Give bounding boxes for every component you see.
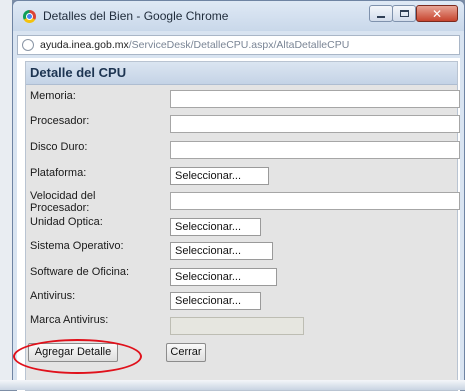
antivirus-label: Antivirus: xyxy=(30,290,76,302)
marca-antivirus-input xyxy=(170,317,304,335)
plataforma-label: Plataforma: xyxy=(30,167,87,179)
minimize-button[interactable] xyxy=(369,5,393,22)
url-path: /ServiceDesk/DetalleCPU.aspx/AltaDetalle… xyxy=(128,39,350,51)
procesador-label: Procesador: xyxy=(30,115,90,127)
agregar-detalle-button[interactable]: Agregar Detalle xyxy=(28,343,118,362)
disco-duro-input[interactable] xyxy=(170,141,460,159)
disco-duro-label: Disco Duro: xyxy=(30,141,88,153)
plataforma-select-button[interactable]: Seleccionar... xyxy=(170,167,269,185)
page-title: Detalle del CPU xyxy=(30,65,127,80)
window-bottom-edge xyxy=(0,380,465,390)
sistema-operativo-select-button[interactable]: Seleccionar... xyxy=(170,242,273,260)
unidad-optica-label: Unidad Optica: xyxy=(30,216,103,228)
velocidad-label: Velocidad del Procesador: xyxy=(30,190,96,214)
memoria-input[interactable] xyxy=(170,90,460,108)
chrome-icon xyxy=(23,10,36,23)
close-button[interactable]: ✕ xyxy=(416,5,458,22)
cerrar-button[interactable]: Cerrar xyxy=(166,343,206,362)
close-icon: ✕ xyxy=(431,6,443,21)
maximize-button[interactable] xyxy=(392,5,416,22)
antivirus-select-button[interactable]: Seleccionar... xyxy=(170,292,261,310)
url-host: ayuda.inea.gob.mx xyxy=(40,39,129,51)
velocidad-input[interactable] xyxy=(170,192,460,210)
unidad-optica-select-button[interactable]: Seleccionar... xyxy=(170,218,261,236)
maximize-icon xyxy=(399,10,409,17)
detail-form-panel: Detalle del CPU Memoria: Procesador: Dis… xyxy=(25,61,460,391)
marca-antivirus-label: Marca Antivirus: xyxy=(30,314,109,326)
procesador-input[interactable] xyxy=(170,115,460,133)
minimize-icon xyxy=(377,15,385,18)
address-bar[interactable]: ayuda.inea.gob.mx/ServiceDesk/DetalleCPU… xyxy=(17,35,460,55)
browser-popup-window: Detalles del Bien - Google Chrome ✕ ayud… xyxy=(12,0,465,391)
panel-header: Detalle del CPU xyxy=(26,62,457,85)
title-bar[interactable]: Detalles del Bien - Google Chrome ✕ xyxy=(13,1,464,31)
window-title: Detalles del Bien - Google Chrome xyxy=(43,9,229,23)
url-text[interactable]: ayuda.inea.gob.mx/ServiceDesk/DetalleCPU… xyxy=(40,39,349,51)
software-oficina-label: Software de Oficina: xyxy=(30,266,130,278)
software-oficina-select-button[interactable]: Seleccionar... xyxy=(170,268,277,286)
page-content: Detalle del CPU Memoria: Procesador: Dis… xyxy=(17,58,460,391)
memoria-label: Memoria: xyxy=(30,90,76,102)
background-window-edge xyxy=(0,0,12,390)
sistema-operativo-label: Sistema Operativo: xyxy=(30,240,124,252)
page-icon xyxy=(22,39,34,51)
